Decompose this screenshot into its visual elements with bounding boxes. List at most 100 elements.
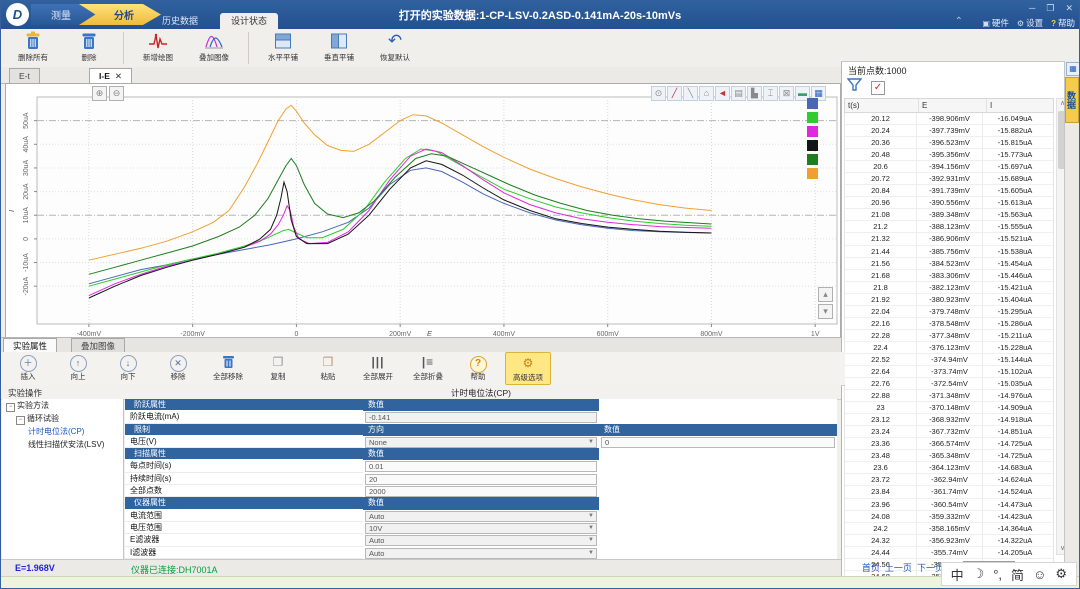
table-row[interactable]: 20.12-398.906mV-16.049uA [845,113,1053,125]
table-row[interactable]: 24.08-359.332mV-14.423uA [845,511,1053,523]
minimize-button[interactable]: ─ [1029,3,1035,14]
cursor-marker-icon[interactable]: ◄ [715,86,730,101]
tab-history-data[interactable]: 历史数据 [151,13,209,29]
table-row[interactable]: 20.48-395.356mV-15.773uA [845,149,1053,161]
statistics-icon[interactable]: ▙ [747,86,762,101]
data-side-tab[interactable]: 数据 [1065,77,1079,123]
insert-button[interactable]: ＋插入 [5,352,51,385]
pan-icon[interactable]: ⊕ [92,86,107,101]
table-row[interactable]: 23.6-364.123mV-14.683uA [845,462,1053,474]
help-button[interactable]: ?帮助 [1051,17,1075,29]
duration-input[interactable]: 20 [365,474,597,485]
direction-select[interactable]: None▼ [365,437,597,448]
table-row[interactable]: 20.36-396.523mV-15.815uA [845,137,1053,149]
legend-swatch[interactable] [807,154,818,165]
legend-swatch[interactable] [807,168,818,179]
table-row[interactable]: 22.76-372.54mV-15.035uA [845,378,1053,390]
voltage-range-select[interactable]: 10V▼ [365,523,597,534]
tree-collapse-icon[interactable]: − [6,403,15,412]
expand-all-button[interactable]: |||全部展开 [355,352,401,385]
table-row[interactable]: 21.56-384.523mV-15.454uA [845,258,1053,270]
table-row[interactable]: 23.48-365.348mV-14.725uA [845,450,1053,462]
col-header-t[interactable]: t(s) [845,99,919,112]
table-row[interactable]: 24.2-358.165mV-14.364uA [845,523,1053,535]
collapse-all-button[interactable]: |≡全部折叠 [405,352,451,385]
table-row[interactable]: 20.84-391.739mV-15.605uA [845,185,1053,197]
prev-page-link[interactable]: 上一页 [885,561,912,574]
table-row[interactable]: 21.68-383.306mV-15.446uA [845,270,1053,282]
per-point-input[interactable]: 0.01 [365,461,597,472]
col-header-i[interactable]: I [987,99,1053,112]
copy-button[interactable]: ❐复制 [255,352,301,385]
table-row[interactable]: 22.28-377.348mV-15.211uA [845,330,1053,342]
home-view-icon[interactable]: ⌂ [699,86,714,101]
draw-line-icon[interactable]: ╱ [667,86,682,101]
delete-all-button[interactable]: 删除所有 [5,29,61,67]
annotation-icon[interactable]: ▤ [731,86,746,101]
fit-view-icon[interactable]: ⊖ [109,86,124,101]
table-row[interactable]: 21.8-382.123mV-15.421uA [845,282,1053,294]
table-row[interactable]: 21.32-386.906mV-15.521uA [845,233,1053,245]
panel-grid-icon[interactable]: ▦ [1066,62,1080,76]
ime-language-icon[interactable]: 中 [951,565,964,584]
restore-default-button[interactable]: ↶ 恢复默认 [367,29,423,67]
ime-simplified-icon[interactable]: 简 [1011,565,1024,584]
table-row[interactable]: 23-370.148mV-14.909uA [845,402,1053,414]
ime-mode-icon[interactable]: ☽ [973,566,985,582]
remove-all-button[interactable]: 全部移除 [205,352,251,385]
table-row[interactable]: 23.12-368.932mV-14.918uA [845,414,1053,426]
first-page-link[interactable]: 首页 [862,561,880,574]
table-row[interactable]: 22.88-371.348mV-14.976uA [845,390,1053,402]
table-row[interactable]: 22.52-374.94mV-15.144uA [845,354,1053,366]
table-row[interactable]: 22.4-376.123mV-15.228uA [845,342,1053,354]
lsv-plot[interactable]: -400mV-200mV0200mV400mV600mV800mV1V50uA4… [6,84,840,337]
total-points-input[interactable]: 2000 [365,486,597,497]
tab-design-state[interactable]: 设计状态 [220,13,278,29]
help-button-toolbar[interactable]: ?帮助 [455,352,501,385]
legend-swatch[interactable] [807,112,818,123]
remove-button[interactable]: ✕移除 [155,352,201,385]
ime-emoji-icon[interactable]: ☺ [1033,567,1046,582]
table-row[interactable]: 21.08-389.348mV-15.563uA [845,209,1053,221]
delete-button[interactable]: 删除 [61,29,117,67]
tab-e-t[interactable]: E-t [9,68,40,84]
tree-node-cycle[interactable]: −循环试验 [2,412,123,425]
table-row[interactable]: 24.32-356.923mV-14.322uA [845,535,1053,547]
legend-swatch[interactable] [807,140,818,151]
tab-i-e[interactable]: I-E✕ [89,68,132,84]
x-label-icon[interactable]: ⌶ [763,86,778,101]
restore-button[interactable]: ❐ [1046,3,1054,14]
tile-horizontal-button[interactable]: 水平平铺 [255,29,311,67]
advanced-options-button[interactable]: ⚙高级选项 [505,352,551,385]
new-plot-button[interactable]: 新增绘图 [130,29,186,67]
move-up-button[interactable]: ↑向上 [55,352,101,385]
table-row[interactable]: 22.04-379.748mV-15.295uA [845,306,1053,318]
table-row[interactable]: 20.6-394.156mV-15.697uA [845,161,1053,173]
chart-scroll-up-icon[interactable]: ▴ [818,287,833,302]
x-label-box-icon[interactable]: ⊠ [779,86,794,101]
table-row[interactable]: 22.64-373.74mV-15.102uA [845,366,1053,378]
draw-backline-icon[interactable]: ╲ [683,86,698,101]
tree-leaf-cp[interactable]: 计时电位法(CP) [2,425,123,438]
move-down-button[interactable]: ↓向下 [105,352,151,385]
filter-icon[interactable] [847,78,862,97]
legend-swatch[interactable] [807,126,818,137]
tree-collapse-icon[interactable]: − [16,416,25,425]
tree-node-methods[interactable]: −实验方法 [2,399,123,412]
paste-button[interactable]: ❒粘贴 [305,352,351,385]
collapse-ribbon-button[interactable]: ⌃ [955,16,963,27]
overlay-image-button[interactable]: 叠加图像 [186,29,242,67]
tile-vertical-button[interactable]: 垂直平铺 [311,29,367,67]
settings-button[interactable]: ⚙设置 [1017,17,1043,29]
current-range-select[interactable]: Auto▼ [365,511,597,522]
ime-settings-icon[interactable]: ⚙ [1055,566,1067,582]
table-row[interactable]: 23.96-360.54mV-14.473uA [845,499,1053,511]
table-row[interactable]: 21.44-385.756mV-15.538uA [845,246,1053,258]
i-filter-select[interactable]: Auto▼ [365,548,597,559]
table-row[interactable]: 21.2-388.123mV-15.555uA [845,221,1053,233]
table-row[interactable]: 23.84-361.74mV-14.524uA [845,486,1053,498]
table-row[interactable]: 21.92-380.923mV-15.404uA [845,294,1053,306]
limit-value-input[interactable]: 0 [601,437,835,448]
close-button[interactable]: ✕ [1065,3,1073,14]
hardware-button[interactable]: ▣硬件 [982,17,1009,29]
